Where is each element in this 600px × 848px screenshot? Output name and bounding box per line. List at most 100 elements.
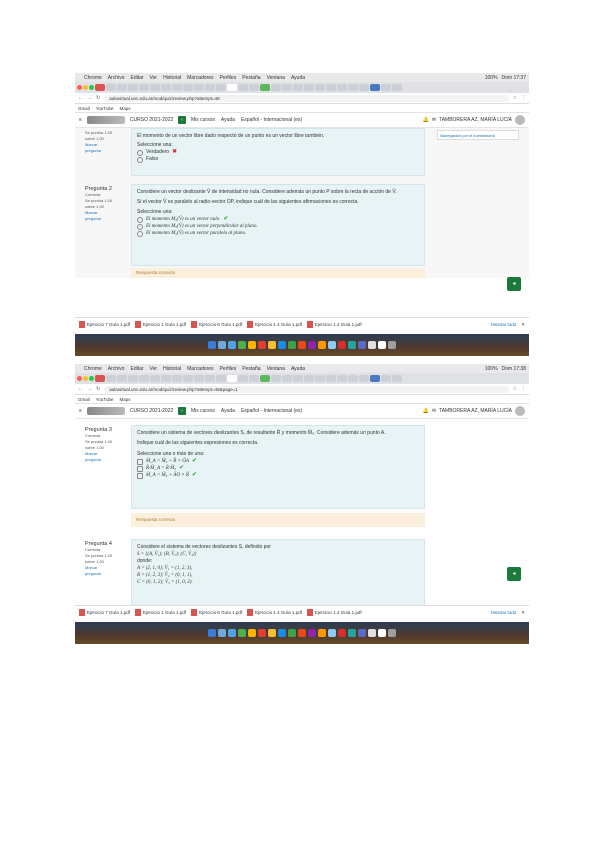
browser-tab[interactable] xyxy=(282,375,292,382)
browser-tab[interactable] xyxy=(238,84,248,91)
photos-icon[interactable] xyxy=(248,629,256,637)
browser-tab[interactable] xyxy=(348,84,358,91)
browser-tab[interactable] xyxy=(293,375,303,382)
app-icon[interactable] xyxy=(338,341,346,349)
browser-tab[interactable] xyxy=(183,375,193,382)
browser-tab[interactable] xyxy=(337,84,347,91)
bookmark-gmail[interactable]: Gmail xyxy=(78,106,90,111)
back-arrow-icon[interactable]: ← xyxy=(78,95,83,101)
browser-tab[interactable] xyxy=(370,84,380,91)
browser-tab[interactable] xyxy=(249,84,259,91)
menu-item[interactable]: Editar xyxy=(130,366,143,372)
menu-item[interactable]: Ayuda xyxy=(291,366,305,372)
menu-item[interactable]: Archivo xyxy=(108,366,125,372)
checkbox[interactable] xyxy=(137,458,143,465)
bookmark-youtube[interactable]: YouTube xyxy=(96,106,114,111)
browser-tab[interactable] xyxy=(326,375,336,382)
url-field[interactable]: aulavirtual.unc.edu.ar/mod/quiz/review.p… xyxy=(104,385,509,393)
browser-tab-active[interactable] xyxy=(227,375,237,382)
menu-item[interactable]: Chrome xyxy=(84,75,102,81)
course-title[interactable]: CURSO 2021-2022 xyxy=(130,117,173,123)
menu-item[interactable]: Perfiles xyxy=(220,366,237,372)
reload-icon[interactable]: ↻ xyxy=(96,95,100,101)
star-icon[interactable]: ☆ xyxy=(513,95,517,101)
browser-tab[interactable] xyxy=(260,375,270,382)
menu-item[interactable]: Pestaña xyxy=(242,75,260,81)
powerpoint-icon[interactable] xyxy=(298,341,306,349)
chrome-icon[interactable] xyxy=(238,629,246,637)
word-icon[interactable] xyxy=(278,629,286,637)
answer-option[interactable]: El momento M₀(V̄) es un vector nulo. ✔ xyxy=(137,216,419,223)
browser-tab[interactable] xyxy=(249,375,259,382)
menu-item[interactable]: Chrome xyxy=(84,366,102,372)
menu-item[interactable]: Marcadores xyxy=(187,366,213,372)
browser-tab[interactable] xyxy=(304,375,314,382)
user-name[interactable]: TAMBORERA AZ, MARÍA LUCÍA xyxy=(439,408,512,414)
close-icon[interactable]: ✕ xyxy=(521,610,525,616)
answer-option[interactable]: Verdadero ✖ xyxy=(137,149,419,156)
trash-icon[interactable] xyxy=(388,341,396,349)
browser-tab[interactable] xyxy=(161,375,171,382)
quiz-nav-fab-button[interactable]: ◂ xyxy=(507,567,521,581)
close-icon[interactable]: ✕ xyxy=(521,322,525,328)
notifications-icon[interactable]: 🔔 xyxy=(423,117,429,123)
app-icon[interactable] xyxy=(358,629,366,637)
browser-tab[interactable] xyxy=(271,84,281,91)
browser-tab[interactable] xyxy=(161,84,171,91)
show-all-downloads-link[interactable]: Mostrar todo xyxy=(491,322,516,327)
app-icon[interactable] xyxy=(378,341,386,349)
nav-link-language[interactable]: Español - Internacional (es) xyxy=(241,408,302,414)
answer-option[interactable]: El momento M₀(V̄) es un vector perpendic… xyxy=(137,223,419,230)
flag-question-link-2[interactable]: pregunta xyxy=(85,216,127,222)
menu-dots-icon[interactable]: ⋮ xyxy=(521,95,526,101)
finder-icon[interactable] xyxy=(208,341,216,349)
download-item[interactable]: Ejercicio 1 Guía 1.pdf xyxy=(135,609,186,616)
app-icon[interactable] xyxy=(328,629,336,637)
browser-tab-active[interactable] xyxy=(227,84,237,91)
close-window-icon[interactable] xyxy=(77,85,82,90)
close-window-icon[interactable] xyxy=(77,376,82,381)
browser-tab[interactable] xyxy=(106,375,116,382)
menu-item[interactable]: Ventana xyxy=(267,366,285,372)
browser-tab[interactable] xyxy=(150,375,160,382)
browser-tab[interactable] xyxy=(95,375,105,382)
checkbox[interactable] xyxy=(137,465,143,472)
nav-link-language[interactable]: Español - Internacional (es) xyxy=(241,117,302,123)
app-icon[interactable] xyxy=(358,341,366,349)
menu-item[interactable]: Ventana xyxy=(267,75,285,81)
show-all-downloads-link[interactable]: Mostrar todo xyxy=(491,610,516,615)
browser-tab[interactable] xyxy=(315,84,325,91)
vlc-icon[interactable] xyxy=(318,629,326,637)
excel-icon[interactable] xyxy=(288,341,296,349)
zoom-window-icon[interactable] xyxy=(89,376,94,381)
browser-tab[interactable] xyxy=(194,375,204,382)
minimize-window-icon[interactable] xyxy=(83,376,88,381)
avatar[interactable] xyxy=(515,115,525,125)
minimize-window-icon[interactable] xyxy=(83,85,88,90)
course-title[interactable]: CURSO 2021-2022 xyxy=(130,408,173,414)
powerpoint-icon[interactable] xyxy=(298,629,306,637)
photos-icon[interactable] xyxy=(248,341,256,349)
launchpad-icon[interactable] xyxy=(218,341,226,349)
bookmark-maps[interactable]: Maps xyxy=(119,397,130,402)
notes-icon[interactable] xyxy=(268,629,276,637)
app-icon[interactable] xyxy=(338,629,346,637)
browser-tab[interactable] xyxy=(194,84,204,91)
safari-icon[interactable] xyxy=(228,341,236,349)
browser-tab[interactable] xyxy=(139,84,149,91)
menu-dots-icon[interactable]: ⋮ xyxy=(521,386,526,392)
answer-option[interactable]: M̄_A = M̄₀ + R̄ × ŌA ✔ xyxy=(137,458,419,465)
settings-icon[interactable] xyxy=(368,629,376,637)
messages-icon[interactable]: ✉ xyxy=(432,408,436,414)
browser-tab[interactable] xyxy=(315,375,325,382)
menu-item[interactable]: Historial xyxy=(163,75,181,81)
radio-button[interactable] xyxy=(137,149,143,156)
trash-icon[interactable] xyxy=(388,629,396,637)
toggle-nav-button[interactable]: ‹ xyxy=(178,116,186,124)
radio-button[interactable] xyxy=(137,216,143,223)
university-logo[interactable] xyxy=(86,407,125,415)
download-item[interactable]: Ejercicio 1.4 Guía 1.pdf xyxy=(247,609,302,616)
answer-option[interactable]: Falso xyxy=(137,156,419,163)
browser-tab[interactable] xyxy=(337,375,347,382)
finder-icon[interactable] xyxy=(208,629,216,637)
